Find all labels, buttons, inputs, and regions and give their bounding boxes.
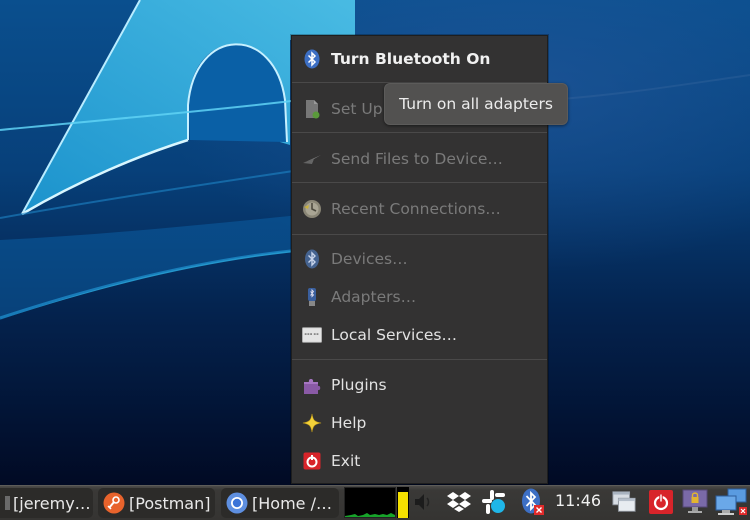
- volume-icon[interactable]: [412, 489, 438, 515]
- terminal-icon: [5, 492, 11, 514]
- task-label: [Postman]: [129, 493, 211, 513]
- menu-item-adapters[interactable]: Adapters…: [292, 280, 547, 314]
- menu-item-devices[interactable]: Devices…: [292, 242, 547, 276]
- power-icon[interactable]: [648, 489, 674, 515]
- new-device-icon: [302, 99, 322, 119]
- bluetooth-disabled-icon[interactable]: [520, 488, 546, 515]
- menu-item-label: Recent Connections…: [331, 200, 501, 218]
- menu-separator: [292, 234, 547, 235]
- taskbar-task-chromium[interactable]: [Home /…: [221, 488, 339, 518]
- slack-icon[interactable]: [481, 489, 507, 515]
- menu-item-label: Help: [331, 414, 367, 432]
- task-label: [Home /…: [252, 493, 332, 513]
- send-files-icon: [302, 149, 322, 169]
- recent-connections-icon: [302, 199, 322, 219]
- cpu-graph-line: [345, 513, 395, 517]
- lock-screen-icon[interactable]: [682, 489, 708, 515]
- menu-item-label: Set Up: [331, 100, 383, 118]
- menu-item-label: Plugins: [331, 376, 387, 394]
- menu-item-help[interactable]: Help: [292, 406, 547, 440]
- menu-separator: [292, 132, 547, 133]
- menu-separator: [292, 182, 547, 183]
- adapter-icon: [302, 287, 322, 307]
- taskbar-task-postman[interactable]: [Postman]: [98, 488, 215, 518]
- menu-item-label: Turn Bluetooth On: [331, 50, 491, 68]
- bluetooth-icon: [302, 49, 322, 69]
- exit-icon: [302, 451, 322, 471]
- clock[interactable]: 11:46: [555, 491, 601, 510]
- plugin-icon: [302, 375, 322, 395]
- show-windows-icon[interactable]: [611, 489, 637, 515]
- menu-item-local-services[interactable]: Local Services…: [292, 318, 547, 352]
- cpu-usage-graph[interactable]: [344, 487, 396, 518]
- postman-icon: [103, 492, 125, 514]
- menu-item-send-files[interactable]: Send Files to Device…: [292, 142, 547, 176]
- tooltip: Turn on all adapters: [384, 83, 568, 125]
- menu-item-plugins[interactable]: Plugins: [292, 368, 547, 402]
- taskbar-task-terminal[interactable]: [jeremy…: [0, 488, 93, 518]
- task-label: [jeremy…: [13, 493, 91, 513]
- memory-usage-bar[interactable]: [397, 487, 409, 518]
- menu-item-label: Exit: [331, 452, 361, 470]
- local-services-icon: [302, 325, 322, 345]
- menu-item-label: Adapters…: [331, 288, 417, 306]
- tooltip-text: Turn on all adapters: [399, 95, 553, 113]
- menu-item-recent-connections[interactable]: Recent Connections…: [292, 192, 547, 226]
- help-star-icon: [302, 413, 322, 433]
- memory-usage-fill: [398, 491, 408, 518]
- network-disconnected-icon[interactable]: [714, 488, 748, 515]
- menu-item-turn-bluetooth-on[interactable]: Turn Bluetooth On: [292, 42, 547, 76]
- bluetooth-icon: [302, 249, 322, 269]
- menu-separator: [292, 359, 547, 360]
- chromium-icon: [226, 492, 248, 514]
- dropbox-icon[interactable]: [446, 489, 472, 515]
- menu-item-label: Send Files to Device…: [331, 150, 503, 168]
- menu-item-exit[interactable]: Exit: [292, 444, 547, 478]
- menu-item-label: Devices…: [331, 250, 408, 268]
- menu-item-label: Local Services…: [331, 326, 457, 344]
